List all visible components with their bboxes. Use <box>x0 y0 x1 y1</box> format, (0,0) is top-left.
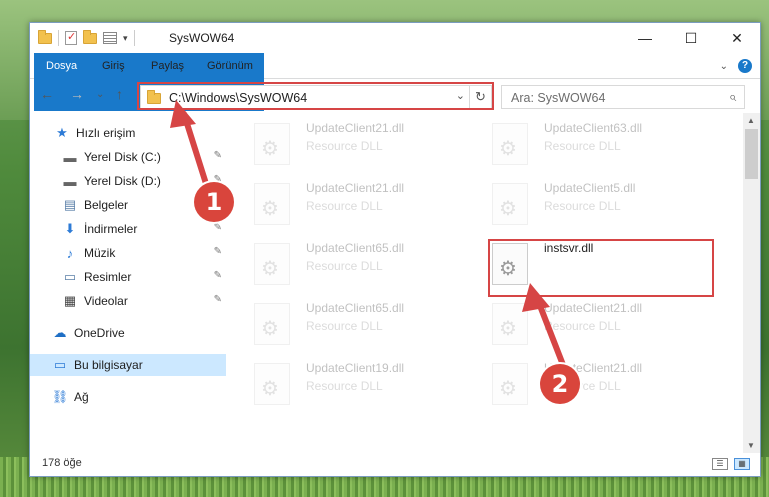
arrow-1-head <box>170 100 196 128</box>
step-badge-1: 1 <box>194 182 234 222</box>
annotation-arrows <box>170 100 568 373</box>
arrow-1-shaft <box>181 111 211 193</box>
step-badge-2: 2 <box>540 364 580 404</box>
arrow-2-head <box>522 283 550 312</box>
arrow-2-shaft <box>534 295 568 373</box>
